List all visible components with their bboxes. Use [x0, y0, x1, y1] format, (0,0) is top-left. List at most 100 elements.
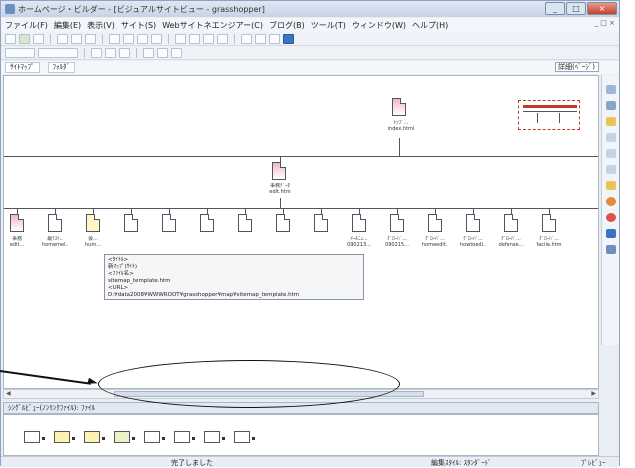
font-icon[interactable] — [241, 33, 252, 44]
rail-window-icon[interactable] — [606, 229, 616, 238]
mdi-controls[interactable]: _ □ × — [595, 19, 615, 27]
menu-web-engineer[interactable]: Webサイトネエンジアー(C) — [162, 20, 263, 31]
panel-page-icon[interactable] — [54, 431, 70, 443]
preview-icon[interactable] — [151, 33, 162, 44]
child-page-icon[interactable] — [238, 214, 252, 232]
rail-undo-icon[interactable] — [606, 85, 616, 94]
root-page-icon[interactable] — [392, 98, 406, 116]
status-message: 完了しました — [171, 459, 213, 467]
child-page-icon[interactable] — [200, 214, 214, 232]
panel-page-icon[interactable] — [84, 431, 100, 443]
scroll-left-icon[interactable]: ◀ — [6, 390, 11, 397]
panel-page-icon[interactable] — [234, 431, 250, 443]
rail-stop-icon[interactable] — [606, 213, 616, 222]
panel-page-marker — [132, 437, 135, 440]
child-page-file: 090215... — [385, 242, 409, 248]
minimize-button[interactable]: _ — [545, 2, 565, 15]
font-select[interactable] — [38, 47, 78, 58]
rail-tool-icon[interactable] — [606, 165, 616, 174]
child-page-icon[interactable] — [504, 214, 518, 232]
view-mode-select[interactable]: 詳細(ﾍﾞｰｼﾞ) — [555, 62, 599, 72]
cut-icon[interactable] — [57, 33, 68, 44]
rail-folder-icon[interactable] — [606, 117, 616, 126]
link-icon[interactable] — [109, 33, 120, 44]
style-select[interactable] — [5, 47, 35, 58]
outdent-icon[interactable] — [157, 47, 168, 58]
rail-tool-icon[interactable] — [606, 149, 616, 158]
panel-page-icon[interactable] — [174, 431, 190, 443]
panel-page-icon[interactable] — [114, 431, 130, 443]
align-left-icon[interactable] — [175, 33, 186, 44]
child-page-file: homeedit... — [422, 242, 448, 248]
child-page-icon[interactable] — [86, 214, 100, 232]
grid-icon[interactable] — [255, 33, 266, 44]
color-icon[interactable] — [171, 47, 182, 58]
undo-icon[interactable] — [5, 33, 16, 44]
open-icon[interactable] — [33, 33, 44, 44]
template-thumbnail[interactable] — [518, 100, 580, 130]
menu-window[interactable]: ウィンドウ(W) — [352, 20, 406, 31]
underline-icon[interactable] — [119, 47, 130, 58]
panel-page-marker — [162, 437, 165, 440]
child-page-icon[interactable] — [162, 214, 176, 232]
rail-tool-icon[interactable] — [606, 181, 616, 190]
image-icon[interactable] — [123, 33, 134, 44]
toolbar-separator — [168, 33, 169, 44]
new-page-icon[interactable] — [19, 33, 30, 44]
rail-book-icon[interactable] — [606, 245, 616, 254]
menu-file[interactable]: ファイル(F) — [5, 20, 48, 31]
toolbar-separator — [84, 47, 85, 58]
connector — [399, 138, 400, 156]
panel-page-icon[interactable] — [204, 431, 220, 443]
tab-sitemap[interactable]: ｻｲﾄﾏｯﾌﾟ — [5, 62, 40, 73]
child-page-icon[interactable] — [314, 214, 328, 232]
align-right-icon[interactable] — [203, 33, 214, 44]
table-icon[interactable] — [137, 33, 148, 44]
menu-bar: ファイル(F) 編集(E) 表示(V) サイト(S) Webサイトネエンジアー(… — [1, 18, 619, 32]
status-bar: 完了しました 編集ｽﾀｲﾙ: ｽﾀﾝﾀﾞｰﾄﾞ ﾌﾟﾚﾋﾞｭｰ — [1, 456, 619, 467]
panel-page-marker — [102, 437, 105, 440]
menu-blog[interactable]: ブログ(B) — [269, 20, 305, 31]
close-button[interactable]: × — [587, 2, 617, 15]
bold-icon[interactable] — [91, 47, 102, 58]
child-page-icon[interactable] — [466, 214, 480, 232]
menu-tools[interactable]: ツール(T) — [311, 20, 346, 31]
rail-gear-icon[interactable] — [606, 101, 616, 110]
site-view-icon[interactable] — [283, 33, 294, 44]
italic-icon[interactable] — [105, 47, 116, 58]
panel-page-icon[interactable] — [24, 431, 40, 443]
copy-icon[interactable] — [71, 33, 82, 44]
child-page-icon[interactable] — [10, 214, 24, 232]
indent-icon[interactable] — [143, 47, 154, 58]
panel-page-icon[interactable] — [144, 431, 160, 443]
list-icon[interactable] — [217, 33, 228, 44]
child-page-icon[interactable] — [352, 214, 366, 232]
site-map-canvas: ﾄｯﾌﾟ... index.html 事務ﾃﾞｰﾀ edit.htm 事務 edi… — [3, 75, 599, 389]
tab-folder[interactable]: ﾌｫﾙﾀﾞ — [47, 62, 75, 73]
rail-tool-icon[interactable] — [606, 133, 616, 142]
child-page-icon[interactable] — [390, 214, 404, 232]
layout-icon[interactable] — [269, 33, 280, 44]
tooltip-line: 新ﾏｯﾌﾟ(ｻｲﾄ) — [108, 264, 138, 270]
menu-edit[interactable]: 編集(E) — [54, 20, 81, 31]
maximize-button[interactable]: □ — [566, 2, 586, 15]
tooltip-line: D:¥data2008¥WWWROOT¥grasshopper¥map¥site… — [108, 292, 300, 298]
child-page-file: hum... — [85, 242, 101, 248]
menu-view[interactable]: 表示(V) — [87, 20, 115, 31]
scroll-right-icon[interactable]: ▶ — [591, 390, 596, 397]
child-page-icon[interactable] — [124, 214, 138, 232]
toolbar-separator — [136, 47, 137, 58]
paste-icon[interactable] — [85, 33, 96, 44]
align-center-icon[interactable] — [189, 33, 200, 44]
child-page-icon[interactable] — [542, 214, 556, 232]
toolbar-separator — [102, 33, 103, 44]
rail-star-icon[interactable] — [606, 197, 616, 206]
child-page-file: homemel... — [42, 242, 68, 248]
menu-help[interactable]: ヘルプ(H) — [412, 20, 448, 31]
child-page-icon[interactable] — [48, 214, 62, 232]
level1-page-icon[interactable] — [272, 162, 286, 180]
child-page-icon[interactable] — [428, 214, 442, 232]
menu-site[interactable]: サイト(S) — [121, 20, 156, 31]
standard-toolbar — [1, 32, 619, 46]
child-page-icon[interactable] — [276, 214, 290, 232]
